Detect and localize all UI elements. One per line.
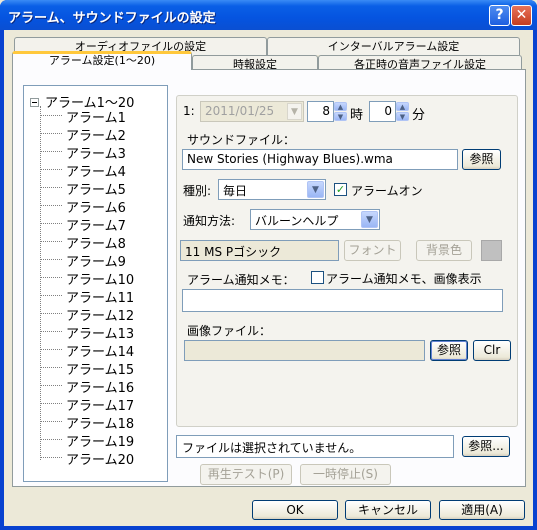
image-file-browse-button[interactable]: 参照 xyxy=(430,340,468,361)
tree-item-label: アラーム13 xyxy=(66,327,135,342)
collapse-icon[interactable] xyxy=(30,98,39,107)
minute-unit-label: 分 xyxy=(412,108,426,123)
alarm-on-label[interactable]: アラームオン xyxy=(351,182,423,199)
sound-file-label: サウンドファイル： xyxy=(187,133,296,147)
settings-dialog: アラーム、サウンドファイルの設定 ? ✕ オーディオファイルの設定 インターバル… xyxy=(0,0,537,530)
image-file-label: 画像ファイル： xyxy=(187,324,272,338)
tree-item-label: アラーム11 xyxy=(66,291,135,306)
tab-alarm-settings[interactable]: アラーム設定(1〜20) xyxy=(12,51,192,70)
window-title: アラーム、サウンドファイルの設定 xyxy=(8,11,216,26)
font-display-field: 11 MS Pゴシック xyxy=(180,240,339,261)
help-button[interactable]: ? xyxy=(489,5,510,26)
tree-item-label: アラーム9 xyxy=(66,255,126,270)
tree-item-label: アラーム2 xyxy=(66,129,126,144)
play-test-button[interactable]: 再生テスト(P) xyxy=(200,464,292,485)
notify-method-value: バルーンヘルプ xyxy=(255,214,339,228)
alarm-settings-pane: 1: 2011/01/25 ▼ 8 ▲ ▼ 時 0 ▲ ▼ 分 サウンドファイル… xyxy=(176,95,518,427)
color-swatch[interactable] xyxy=(481,240,502,261)
alarm-tree[interactable]: アラーム1〜20 アラーム1 アラーム2 アラーム3 アラーム4 アラーム5 ア… xyxy=(23,85,168,482)
notify-method-label: 通知方法: xyxy=(183,214,236,228)
sound-file-field[interactable]: New Stories (Highway Blues).wma xyxy=(182,149,458,170)
dialog-client-area: オーディオファイルの設定 インターバルアラーム設定 アラーム設定(1〜20) 時… xyxy=(4,30,533,526)
alarm-on-checkbox[interactable]: ✓ xyxy=(334,183,347,196)
ok-button[interactable]: OK xyxy=(252,500,338,520)
tree-item-label: アラーム7 xyxy=(66,219,126,234)
tree-item-label: アラーム12 xyxy=(66,309,135,324)
notify-method-select[interactable]: バルーンヘルプ ▼ xyxy=(250,209,380,230)
alarm-number-label: 1: xyxy=(183,104,195,118)
tree-item-label: アラーム15 xyxy=(66,363,135,378)
font-button[interactable]: フォント xyxy=(344,240,401,261)
tree-item-label: アラーム16 xyxy=(66,381,135,396)
notify-memo-field[interactable] xyxy=(182,289,503,312)
tree-item-label: アラーム5 xyxy=(66,183,126,198)
date-dropdown-icon: ▼ xyxy=(287,103,302,120)
hour-field[interactable]: 8 xyxy=(307,101,334,122)
alarm-date-value: 2011/01/25 xyxy=(205,104,275,118)
tree-item-label: アラーム8 xyxy=(66,237,126,252)
chevron-down-icon[interactable]: ▼ xyxy=(307,181,324,198)
sound-file-browse-button[interactable]: 参照 xyxy=(462,149,501,170)
tree-item-label: アラーム4 xyxy=(66,165,126,180)
file-status-field: ファイルは選択されていません。 xyxy=(176,435,454,458)
clear-image-button[interactable]: Clr xyxy=(473,340,511,361)
tree-item-label: アラーム10 xyxy=(66,273,135,288)
hour-down-icon[interactable]: ▼ xyxy=(334,112,347,121)
close-button[interactable]: ✕ xyxy=(511,5,532,26)
tree-item-label: アラーム17 xyxy=(66,399,135,414)
title-bar[interactable]: アラーム、サウンドファイルの設定 ? ✕ xyxy=(0,0,537,30)
tree-item-label: アラーム19 xyxy=(66,435,135,450)
tab-interval-alarm-settings[interactable]: インターバルアラーム設定 xyxy=(267,37,520,55)
tree-item-label: アラーム20 xyxy=(66,453,135,468)
chevron-down-icon[interactable]: ▼ xyxy=(361,211,378,228)
background-color-button[interactable]: 背景色 xyxy=(416,240,472,261)
audio-browse-button[interactable]: 参照... xyxy=(462,436,510,457)
type-label: 種別: xyxy=(183,184,212,198)
tree-connector xyxy=(40,106,41,460)
tree-item-label: アラーム3 xyxy=(66,147,126,162)
tree-item-label: アラーム6 xyxy=(66,201,126,216)
tree-item-label: アラーム1 xyxy=(66,111,126,126)
minute-field[interactable]: 0 xyxy=(369,101,396,122)
tree-item-label: アラーム18 xyxy=(66,417,135,432)
minute-down-icon[interactable]: ▼ xyxy=(396,112,409,121)
alarm-date-field: 2011/01/25 ▼ xyxy=(200,101,304,122)
type-select-value: 毎日 xyxy=(223,184,248,198)
type-select[interactable]: 毎日 ▼ xyxy=(218,179,326,200)
memo-image-label[interactable]: アラーム通知メモ、画像表示 xyxy=(326,270,482,287)
tree-item-label: アラーム14 xyxy=(66,345,135,360)
notify-memo-label: アラーム通知メモ： xyxy=(187,273,295,287)
cancel-button[interactable]: キャンセル xyxy=(345,500,431,520)
hour-unit-label: 時 xyxy=(350,108,364,123)
image-file-field[interactable] xyxy=(184,340,425,361)
memo-image-checkbox[interactable] xyxy=(311,271,324,284)
pause-button[interactable]: 一時停止(S) xyxy=(300,464,391,485)
apply-button[interactable]: 適用(A) xyxy=(439,500,525,520)
minute-up-icon[interactable]: ▲ xyxy=(396,102,409,111)
hour-up-icon[interactable]: ▲ xyxy=(334,102,347,111)
